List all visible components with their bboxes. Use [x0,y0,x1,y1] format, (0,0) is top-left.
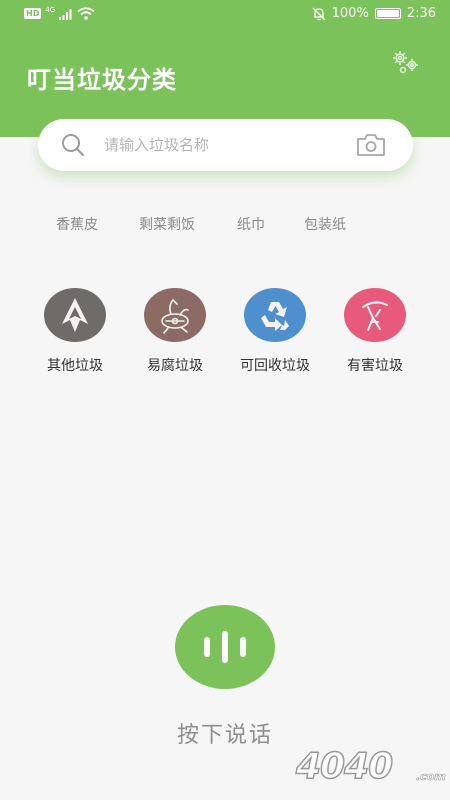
category-label: 有害垃圾 [347,358,403,374]
voice-bar [240,637,246,657]
battery-fill [376,10,399,17]
category-icon-bg [344,288,406,342]
clock: 2:36 [406,6,436,21]
category-other-waste[interactable]: 其他垃圾 [29,288,119,378]
signal-icon [59,8,72,20]
voice-button[interactable] [175,605,275,689]
voice-bar [204,637,210,657]
search-input[interactable] [104,129,344,161]
mute-bell-icon [312,7,326,20]
category-recyclable[interactable]: 可回收垃圾 [229,288,319,378]
hot-tag[interactable]: 包装纸 [304,214,346,234]
status-left: HD 4G [24,5,95,20]
hazardous-waste-icon [362,301,388,331]
hot-tag[interactable]: 香蕉皮 [56,214,98,234]
other-waste-icon [62,298,88,332]
recycle-icon [261,302,289,331]
watermark-suffix: .com [416,770,446,784]
category-label: 其他垃圾 [47,358,103,374]
category-hazardous[interactable]: 有害垃圾 [329,288,419,378]
category-icon-bg [144,288,206,342]
header: HD 4G 100% 2:36 叮当垃圾分类 [0,0,450,137]
camera-icon[interactable] [356,132,386,158]
hot-tag[interactable]: 剩菜剩饭 [139,214,195,234]
category-label: 易腐垃圾 [147,358,203,374]
watermark-text: 4040 [295,745,394,788]
status-right: 100% 2:36 [312,6,436,21]
hot-tag[interactable]: 纸巾 [237,214,265,234]
hot-tags: 香蕉皮 剩菜剩饭 纸巾 包装纸 [0,214,450,238]
app-title: 叮当垃圾分类 [27,66,177,94]
watermark-logo: 4040 .com [295,745,446,792]
voice-bar [222,631,228,663]
wifi-icon [77,7,95,20]
category-food-waste[interactable]: 易腐垃圾 [129,288,219,378]
category-label: 可回收垃圾 [240,358,310,374]
food-waste-icon [161,299,189,334]
battery-icon [374,8,401,19]
category-icon-bg [44,288,106,342]
battery-text: 100% [331,6,369,21]
gears-icon [393,51,418,74]
voice-label: 按下说话 [176,723,273,748]
status-bar: HD 4G 100% 2:36 [0,0,450,30]
hd-badge: HD [24,8,42,19]
search-icon[interactable] [60,132,86,158]
category-icon-bg [244,288,306,342]
search-box[interactable] [38,119,413,171]
settings-button[interactable] [390,48,422,76]
network-type: 4G [45,5,56,14]
